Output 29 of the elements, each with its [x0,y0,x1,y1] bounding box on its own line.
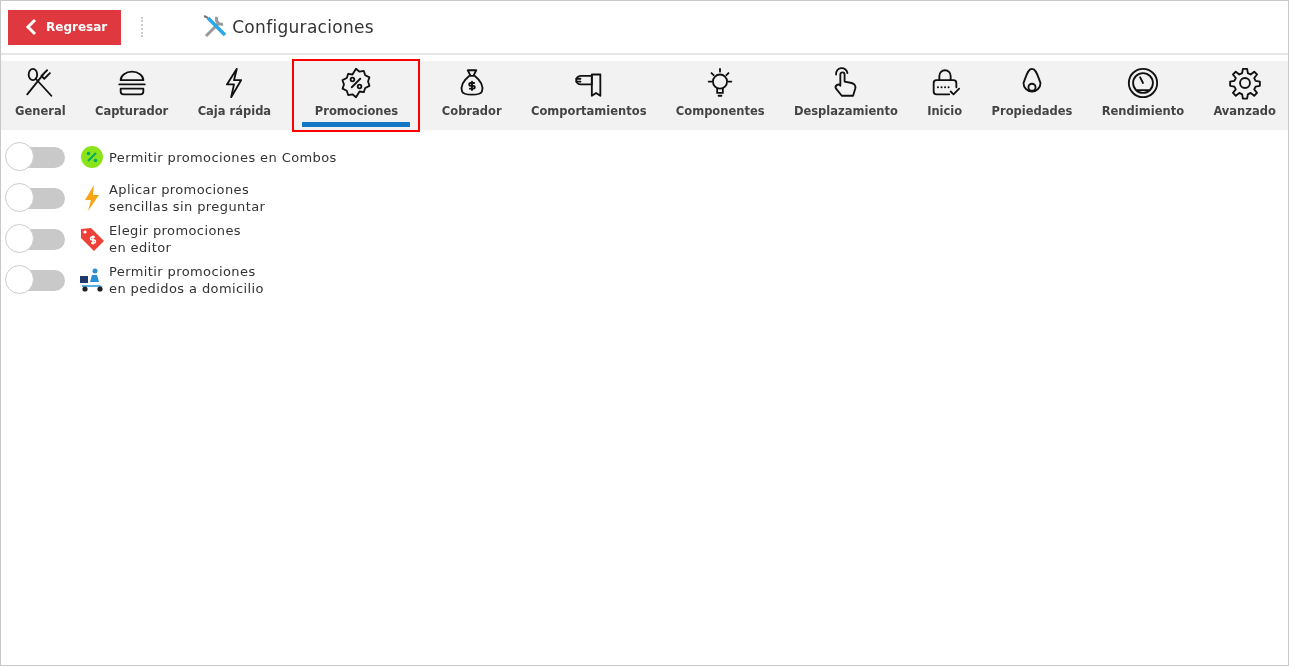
settings-tab[interactable]: Propiedades [983,59,1081,132]
settings-tab[interactable]: Componentes [667,59,773,132]
settings-tab[interactable]: Comportamientos [522,59,655,132]
settings-tab[interactable]: Rendimiento [1093,59,1193,132]
settings-tab[interactable]: Capturador [86,59,177,132]
settings-tab[interactable]: Inicio [919,59,971,132]
setting-label: Permitir promociones en Combos [109,148,337,166]
tools-icon [202,14,229,40]
back-button[interactable]: Regresar [8,9,122,45]
percent-badge-icon [80,145,104,169]
toggle-switch[interactable] [5,183,65,213]
toggle-switch[interactable] [5,142,65,172]
settings-tab[interactable]: Desplazamiento [785,59,906,132]
price-tag-icon [79,226,105,252]
settings-tab[interactable]: Avanzado [1205,59,1284,132]
setting-label: Elegir promociones en editor [109,222,241,256]
chevron-icon [24,18,38,36]
toggle-switch[interactable] [5,224,65,254]
settings-tab[interactable]: Cobrador [433,59,510,132]
lightning-icon [84,185,100,211]
gear-icon [1227,66,1262,100]
settings-tab[interactable]: Caja rápida [189,59,280,132]
page-title: Configuraciones [232,17,374,37]
setting-label: Aplicar promociones sencillas sin preguntar [109,181,266,215]
settings-tab[interactable]: General [7,59,74,132]
speedometer-icon [1125,66,1160,100]
toggle-switch[interactable] [5,265,65,295]
settings-tab[interactable]: Promociones [292,59,421,132]
setting-label: Permitir promociones en pedidos a domicilio [109,263,264,297]
